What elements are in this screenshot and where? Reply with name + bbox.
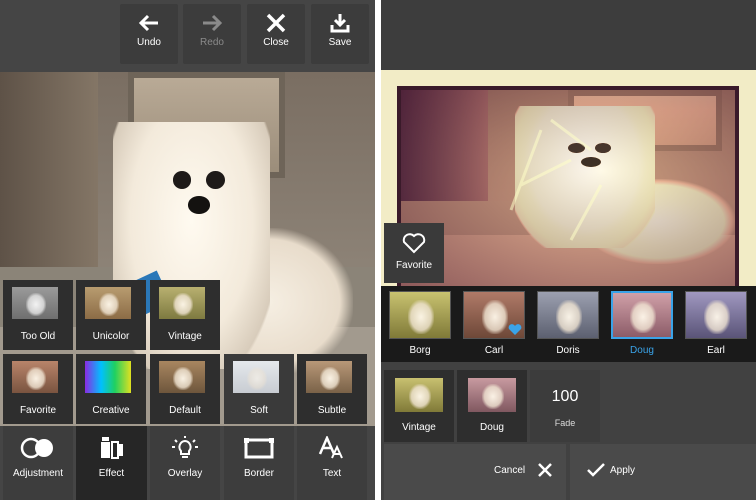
close-label: Close	[263, 37, 289, 48]
nav-label: Effect	[98, 468, 125, 479]
borg-thumbnail	[389, 291, 451, 339]
editor-filter-screen: Favorite Borg Carl Doris Doug Earl Vinta…	[381, 0, 756, 500]
effect-tile-default[interactable]: Default	[150, 354, 220, 424]
tile-label: Favorite	[19, 405, 57, 416]
download-icon	[330, 14, 350, 33]
subtle-thumbnail	[306, 361, 352, 393]
doris-thumbnail	[537, 291, 599, 339]
filter-doug[interactable]: Doug	[607, 291, 677, 359]
effect-icon	[100, 437, 123, 459]
effect-tile-soft[interactable]: Soft	[224, 354, 294, 424]
soft-thumbnail	[233, 361, 279, 393]
redo-label: Redo	[200, 37, 224, 48]
nav-label: Overlay	[167, 468, 203, 479]
default-thumbnail	[159, 361, 205, 393]
nav-label: Text	[322, 468, 342, 479]
vintage-thumbnail	[159, 287, 205, 319]
tile-label: Default	[169, 405, 201, 416]
fade-label: Fade	[554, 418, 576, 428]
close-button[interactable]: Close	[247, 4, 305, 64]
tile-label: Subtle	[317, 405, 347, 416]
filter-borg[interactable]: Borg	[385, 291, 455, 359]
carl-thumbnail	[463, 291, 525, 339]
earl-thumbnail	[685, 291, 747, 339]
favorited-heart-icon	[508, 324, 522, 335]
border-icon	[244, 438, 274, 459]
filtered-dog-photo	[397, 86, 739, 296]
cancel-button[interactable]: Cancel	[384, 444, 566, 500]
effect-tile-favorite[interactable]: Favorite	[3, 354, 73, 424]
apply-label: Apply	[610, 465, 636, 476]
effect-tile-vintage[interactable]: Vintage	[150, 280, 220, 350]
filter-label: Borg	[409, 345, 431, 356]
overlay-icon	[172, 436, 198, 458]
favorite-label: Favorite	[395, 260, 433, 271]
tile-label: Creative	[92, 405, 130, 416]
sub-filter-doug[interactable]: Doug	[457, 370, 527, 442]
save-button[interactable]: Save	[311, 4, 369, 64]
nav-adjustment[interactable]: Adjustment	[3, 426, 73, 500]
nav-text[interactable]: Text	[297, 426, 367, 500]
sub-filter-label: Vintage	[402, 422, 436, 433]
fade-control[interactable]: 100 Fade	[530, 370, 600, 442]
filter-earl[interactable]: Earl	[681, 291, 751, 359]
effect-tile-too-old[interactable]: Too Old	[3, 280, 73, 350]
tile-label: Unicolor	[92, 331, 130, 342]
sub-filter-vintage[interactable]: Vintage	[384, 370, 454, 442]
effect-tile-subtle[interactable]: Subtle	[297, 354, 367, 424]
undo-button[interactable]: Undo	[120, 4, 178, 64]
nav-label: Border	[243, 468, 274, 479]
effect-tile-creative[interactable]: Creative	[76, 354, 146, 424]
editor-effect-screen: Undo Redo Close Save Too Old Unicolor Vi…	[0, 0, 375, 500]
tile-label: Vintage	[168, 331, 202, 342]
save-label: Save	[328, 37, 352, 48]
filter-label: Doug	[630, 345, 654, 356]
creative-thumbnail	[85, 361, 131, 393]
doug-thumbnail	[468, 378, 516, 412]
unicolor-thumbnail	[85, 287, 131, 319]
too-old-thumbnail	[12, 287, 58, 319]
filter-doris[interactable]: Doris	[533, 291, 603, 359]
apply-button[interactable]: Apply	[570, 444, 756, 500]
redo-icon	[203, 14, 223, 32]
tile-label: Soft	[250, 405, 268, 416]
sub-filter-label: Doug	[480, 422, 504, 433]
filter-carl[interactable]: Carl	[459, 291, 529, 359]
nav-border[interactable]: Border	[224, 426, 294, 500]
tile-label: Too Old	[20, 331, 56, 342]
heart-icon	[402, 233, 426, 254]
vintage-thumbnail	[395, 378, 443, 412]
nav-effect[interactable]: Effect	[76, 426, 147, 500]
redo-button[interactable]: Redo	[183, 4, 241, 64]
filter-strip: Borg Carl Doris Doug Earl	[381, 286, 756, 362]
checkmark-icon	[587, 463, 605, 477]
adjustment-icon	[20, 437, 53, 459]
favorite-thumbnail	[12, 361, 58, 393]
cancel-x-icon	[538, 463, 552, 477]
light-leak-overlay	[509, 118, 603, 241]
effect-tile-unicolor[interactable]: Unicolor	[76, 280, 146, 350]
filter-label: Earl	[707, 345, 725, 356]
text-icon	[318, 436, 343, 459]
nav-label: Adjustment	[12, 468, 64, 479]
undo-label: Undo	[137, 37, 161, 48]
favorite-button[interactable]: Favorite	[384, 223, 444, 283]
nav-overlay[interactable]: Overlay	[150, 426, 220, 500]
filter-label: Carl	[484, 345, 504, 356]
filter-label: Doris	[556, 345, 580, 356]
undo-icon	[138, 14, 158, 32]
close-icon	[266, 13, 286, 33]
fade-value: 100	[551, 388, 579, 405]
top-bar	[381, 0, 756, 70]
cancel-label: Cancel	[494, 465, 526, 476]
doug-thumbnail	[611, 291, 673, 339]
